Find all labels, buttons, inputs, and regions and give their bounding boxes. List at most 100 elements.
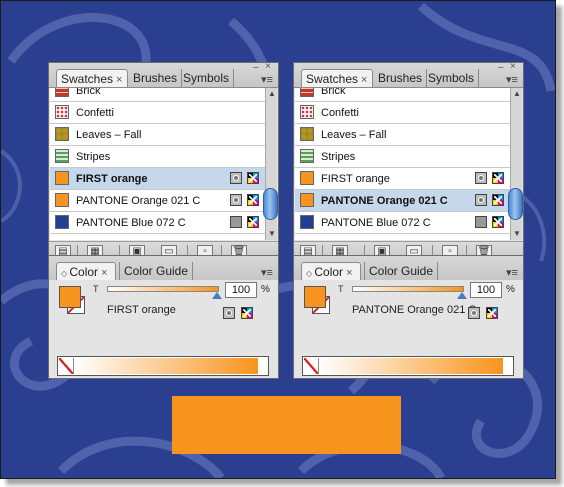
- swatch-chip: [300, 127, 314, 141]
- swatch-label: Confetti: [321, 107, 359, 119]
- swatch-row[interactable]: PANTONE Orange 021 C: [295, 190, 510, 212]
- scrollbar[interactable]: ▲ ▼: [263, 88, 278, 240]
- percent-label: %: [261, 284, 270, 295]
- tint-ramp[interactable]: [319, 358, 503, 374]
- none-color-icon[interactable]: [304, 358, 319, 374]
- swatch-row[interactable]: Confetti: [50, 102, 265, 124]
- swatch-row[interactable]: Brick: [295, 88, 510, 102]
- cmyk-icon: [492, 216, 504, 228]
- swatch-row[interactable]: PANTONE Blue 072 C: [295, 212, 510, 234]
- cmyk-icon: [492, 172, 504, 184]
- swatch-label: FIRST orange: [321, 173, 390, 185]
- scrollbar-thumb[interactable]: [508, 188, 523, 220]
- cmyk-icon: [486, 307, 498, 319]
- tab-color-guide[interactable]: Color Guide: [119, 262, 194, 280]
- tint-value-field[interactable]: 100: [470, 282, 502, 298]
- cmyk-icon: [247, 194, 259, 206]
- swatch-label: Brick: [76, 88, 101, 97]
- percent-label: %: [506, 284, 515, 295]
- scroll-down-icon[interactable]: ▼: [513, 230, 521, 238]
- swatch-row[interactable]: Brick: [50, 88, 265, 102]
- tab-color[interactable]: ◇ Color ×: [301, 262, 361, 280]
- process-icon: [230, 216, 242, 228]
- close-icon[interactable]: ×: [265, 62, 271, 72]
- swatch-label: Stripes: [321, 151, 356, 163]
- cmyk-icon: [247, 216, 259, 228]
- color-spectrum[interactable]: [57, 356, 269, 376]
- fill-swatch[interactable]: [59, 286, 81, 308]
- white-color-icon[interactable]: [503, 358, 512, 374]
- panel-menu-icon[interactable]: ▾≡: [261, 73, 273, 86]
- swatch-label: Brick: [321, 88, 346, 97]
- tab-color-guide[interactable]: Color Guide: [364, 262, 439, 280]
- tab-brushes[interactable]: Brushes: [129, 69, 183, 87]
- tab-color[interactable]: ◇ Color ×: [56, 262, 116, 280]
- swatch-row[interactable]: Stripes: [295, 146, 510, 168]
- cmyk-icon: [492, 194, 504, 206]
- tint-label: T: [93, 284, 99, 294]
- swatch-chip: [55, 215, 69, 229]
- swatch-row[interactable]: FIRST orange: [295, 168, 510, 190]
- tab-symbols[interactable]: Symbols: [424, 69, 480, 87]
- swatch-name: PANTONE Orange 021 C: [352, 304, 477, 316]
- minimize-icon[interactable]: –: [498, 63, 504, 73]
- swatch-label: PANTONE Orange 021 C: [76, 195, 201, 207]
- close-tab-icon[interactable]: ×: [361, 74, 367, 86]
- swatch-chip: [300, 171, 314, 185]
- swatch-row[interactable]: Leaves – Fall: [295, 124, 510, 146]
- swatch-row[interactable]: Stripes: [50, 146, 265, 168]
- tab-label: Swatches: [61, 72, 114, 86]
- tab-symbols[interactable]: Symbols: [179, 69, 235, 87]
- panel-tab-bar: Swatches × Brushes Symbols – × ▾≡: [49, 62, 278, 88]
- color-panel-right: ◇ Color × Color Guide ▾≡ T 100 % PANTONE …: [293, 255, 524, 379]
- tint-slider[interactable]: [107, 286, 219, 292]
- white-color-icon[interactable]: [258, 358, 267, 374]
- scrollbar-thumb[interactable]: [263, 188, 278, 220]
- close-tab-icon[interactable]: ×: [116, 74, 122, 86]
- color-spectrum[interactable]: [302, 356, 514, 376]
- scroll-up-icon[interactable]: ▲: [513, 90, 521, 98]
- tint-slider-handle[interactable]: [212, 292, 222, 299]
- swatch-chip: [300, 105, 314, 119]
- tint-slider-handle[interactable]: [457, 292, 467, 299]
- tint-ramp[interactable]: [74, 358, 258, 374]
- swatches-panel-right: Swatches × Brushes Symbols – × ▾≡ Brick Co…: [293, 62, 524, 263]
- close-tab-icon[interactable]: ×: [101, 267, 107, 279]
- tint-slider[interactable]: [352, 286, 464, 292]
- swatch-chip: [300, 215, 314, 229]
- close-tab-icon[interactable]: ×: [346, 267, 352, 279]
- swatch-row[interactable]: PANTONE Orange 021 C: [50, 190, 265, 212]
- panel-menu-icon[interactable]: ▾≡: [261, 266, 273, 279]
- swatch-chip: [55, 193, 69, 207]
- spot-color-icon: [223, 307, 235, 319]
- color-panel-body: T 100 % FIRST orange: [49, 280, 278, 378]
- panel-menu-icon[interactable]: ▾≡: [506, 73, 518, 86]
- tint-value-field[interactable]: 100: [225, 282, 257, 298]
- minimize-icon[interactable]: –: [253, 63, 259, 73]
- swatches-panel-left: Swatches × Brushes Symbols – × ▾≡ Brick Co…: [48, 62, 279, 263]
- orange-rectangle[interactable]: [172, 396, 401, 454]
- swatch-row[interactable]: Leaves – Fall: [50, 124, 265, 146]
- scrollbar[interactable]: ▲ ▼: [508, 88, 523, 240]
- spot-icon: [475, 194, 487, 206]
- panel-tab-bar: ◇ Color × Color Guide ▾≡: [49, 256, 278, 281]
- fill-swatch[interactable]: [304, 286, 326, 308]
- scroll-up-icon[interactable]: ▲: [268, 90, 276, 98]
- tab-label: Swatches: [306, 72, 359, 86]
- tab-swatches[interactable]: Swatches ×: [56, 69, 128, 87]
- none-color-icon[interactable]: [59, 358, 74, 374]
- tab-brushes[interactable]: Brushes: [374, 69, 428, 87]
- spot-color-icon: [468, 307, 480, 319]
- swatch-row[interactable]: PANTONE Blue 072 C: [50, 212, 265, 234]
- swatch-row[interactable]: Confetti: [295, 102, 510, 124]
- swatch-label: Leaves – Fall: [76, 129, 142, 141]
- swatch-row[interactable]: FIRST orange: [50, 168, 265, 190]
- tab-swatches[interactable]: Swatches ×: [301, 69, 373, 87]
- close-icon[interactable]: ×: [510, 62, 516, 72]
- scroll-down-icon[interactable]: ▼: [268, 230, 276, 238]
- swatch-chip: [300, 149, 314, 163]
- color-panel-left: ◇ Color × Color Guide ▾≡ T 100 % FIRST or…: [48, 255, 279, 379]
- swatch-list: Brick Confetti Leaves – Fall Stripes FIRST o…: [50, 88, 265, 240]
- swatch-chip: [55, 127, 69, 141]
- panel-menu-icon[interactable]: ▾≡: [506, 266, 518, 279]
